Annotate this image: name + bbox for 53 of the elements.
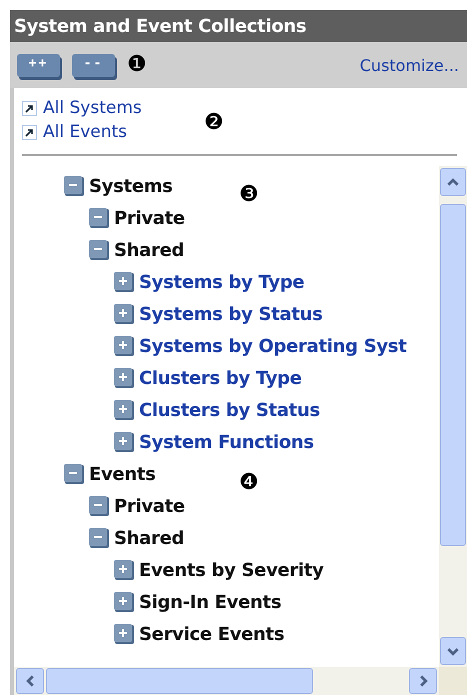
quick-link[interactable]: All Systems	[43, 98, 142, 118]
vertical-scrollbar[interactable]	[439, 166, 467, 667]
tree-node-label[interactable]: Sign-In Events	[139, 592, 282, 612]
callout-number: ❷	[204, 112, 224, 134]
tree-node-label[interactable]: Events	[89, 464, 156, 484]
collapse-icon[interactable]	[64, 176, 84, 196]
expand-icon[interactable]	[114, 624, 134, 644]
tree-node-label[interactable]: Events by Severity	[139, 560, 324, 580]
collection-link[interactable]: Clusters by Status	[139, 400, 320, 420]
expand-all-button[interactable]: ++	[17, 54, 60, 76]
quick-link[interactable]: All Events	[43, 122, 128, 142]
callout-number: ❹	[239, 472, 259, 494]
tree-node-label[interactable]: Systems	[89, 176, 173, 196]
collection-link[interactable]: Systems by Status	[139, 304, 323, 324]
collapse-icon[interactable]	[89, 208, 109, 228]
expand-icon[interactable]	[114, 432, 134, 452]
tree-node-label[interactable]: Private	[114, 208, 185, 228]
collapse-icon[interactable]	[89, 496, 109, 516]
expand-icon[interactable]	[114, 592, 134, 612]
expand-icon[interactable]	[114, 336, 134, 356]
scroll-left-button[interactable]	[16, 668, 44, 694]
collection-link[interactable]: Clusters by Type	[139, 368, 302, 388]
scrollbar-thumb[interactable]	[440, 204, 466, 546]
scroll-down-button[interactable]	[440, 637, 466, 665]
tree-node-label[interactable]: Shared	[114, 528, 184, 548]
collapse-icon[interactable]	[89, 528, 109, 548]
tree-node-label[interactable]: Shared	[114, 240, 184, 260]
scrollbar-corner	[439, 667, 467, 695]
expand-icon[interactable]	[114, 400, 134, 420]
tree-node-label[interactable]: Private	[114, 496, 185, 516]
panel-title: System and Event Collections	[10, 10, 467, 42]
collapse-icon[interactable]	[89, 240, 109, 260]
scroll-right-button[interactable]	[409, 668, 437, 694]
collapse-all-button[interactable]: --	[72, 54, 115, 76]
customize-link[interactable]: Customize...	[360, 56, 459, 74]
expand-icon[interactable]	[114, 272, 134, 292]
chevron-left-icon	[26, 675, 34, 687]
collapse-icon[interactable]	[64, 464, 84, 484]
expand-icon[interactable]	[114, 368, 134, 388]
collection-link[interactable]: Systems by Operating Syst	[139, 336, 407, 356]
chevron-right-icon	[420, 675, 428, 687]
collection-link[interactable]: System Functions	[139, 432, 314, 452]
chevron-down-icon	[447, 648, 459, 656]
expand-icon[interactable]	[114, 560, 134, 580]
collection-link[interactable]: Systems by Type	[139, 272, 304, 292]
expand-icon[interactable]	[114, 304, 134, 324]
chevron-up-icon	[447, 178, 459, 186]
scroll-up-button[interactable]	[440, 168, 466, 196]
scrollbar-thumb[interactable]	[46, 668, 313, 694]
tree-node-label[interactable]: Service Events	[139, 624, 284, 644]
callout-number: ❸	[239, 184, 259, 206]
horizontal-scrollbar[interactable]	[14, 667, 439, 695]
callout-number: ❶	[127, 54, 147, 76]
